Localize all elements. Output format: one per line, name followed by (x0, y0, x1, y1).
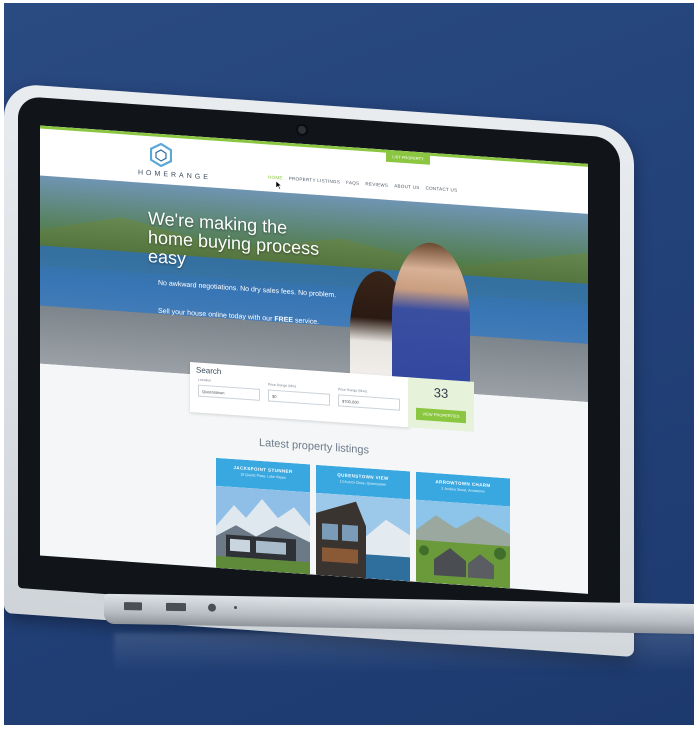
nav-contact-us[interactable]: CONTACT US (426, 185, 458, 192)
listing-card[interactable]: QUEENSTOWN VIEW 13 Aurum Close, Queensto… (316, 464, 410, 582)
results-count-panel: 33 VIEW PROPERTIES (408, 377, 474, 432)
location-label: Location (198, 377, 212, 383)
headphone-jack-icon (208, 603, 216, 612)
nav-home[interactable]: HOME (268, 174, 283, 180)
property-photo (216, 485, 310, 575)
camera-icon (296, 123, 308, 137)
min-price-select[interactable]: $0 (268, 389, 330, 406)
property-photo (416, 499, 510, 589)
background: HOMERANGE LIST PROPERTY HOME PROPERTY LI… (4, 3, 694, 725)
max-price-label: Price Range (Max) (338, 387, 368, 394)
usb-port-icon (166, 602, 186, 612)
view-properties-button[interactable]: VIEW PROPERTIES (416, 407, 466, 424)
nav-property-listings[interactable]: PROPERTY LISTINGS (289, 176, 340, 185)
nav-about-us[interactable]: ABOUT US (394, 183, 419, 190)
results-count: 33 (433, 385, 449, 402)
main-nav: HOME PROPERTY LISTINGS FAQS REVIEWS ABOU… (268, 174, 457, 192)
listing-card[interactable]: JACKSPOINT STUNNER 19 Quartz Place, Lake… (216, 457, 310, 575)
reflection (114, 633, 694, 673)
search-title: Search (196, 365, 222, 377)
laptop-screen: HOMERANGE LIST PROPERTY HOME PROPERTY LI… (40, 125, 588, 594)
laptop-lid: HOMERANGE LIST PROPERTY HOME PROPERTY LI… (4, 83, 634, 658)
indicator-light-icon (234, 606, 237, 610)
hero-banner: We're making the home buying process eas… (40, 175, 588, 402)
logo-icon (150, 142, 172, 168)
port-icon (124, 602, 142, 611)
location-select[interactable]: Queenstown (198, 384, 260, 401)
list-property-button[interactable]: LIST PROPERTY (386, 151, 430, 165)
min-price-label: Price Range (Min) (268, 382, 297, 389)
property-photo (316, 492, 410, 582)
logo-text: HOMERANGE (138, 169, 211, 182)
laptop-bezel: HOMERANGE LIST PROPERTY HOME PROPERTY LI… (18, 95, 620, 631)
cursor-icon (276, 181, 282, 190)
nav-reviews[interactable]: REVIEWS (365, 181, 388, 188)
max-price-select[interactable]: $700,000 (338, 394, 400, 411)
listing-card[interactable]: ARROWTOWN CHARM 3 Jenkins Street, Arrowt… (416, 471, 510, 589)
listings-heading: Latest property listings (258, 436, 370, 457)
hero-subtext-2-bold: FREE (274, 315, 294, 325)
nav-faqs[interactable]: FAQS (346, 180, 359, 186)
hero-man-photo (392, 240, 470, 396)
